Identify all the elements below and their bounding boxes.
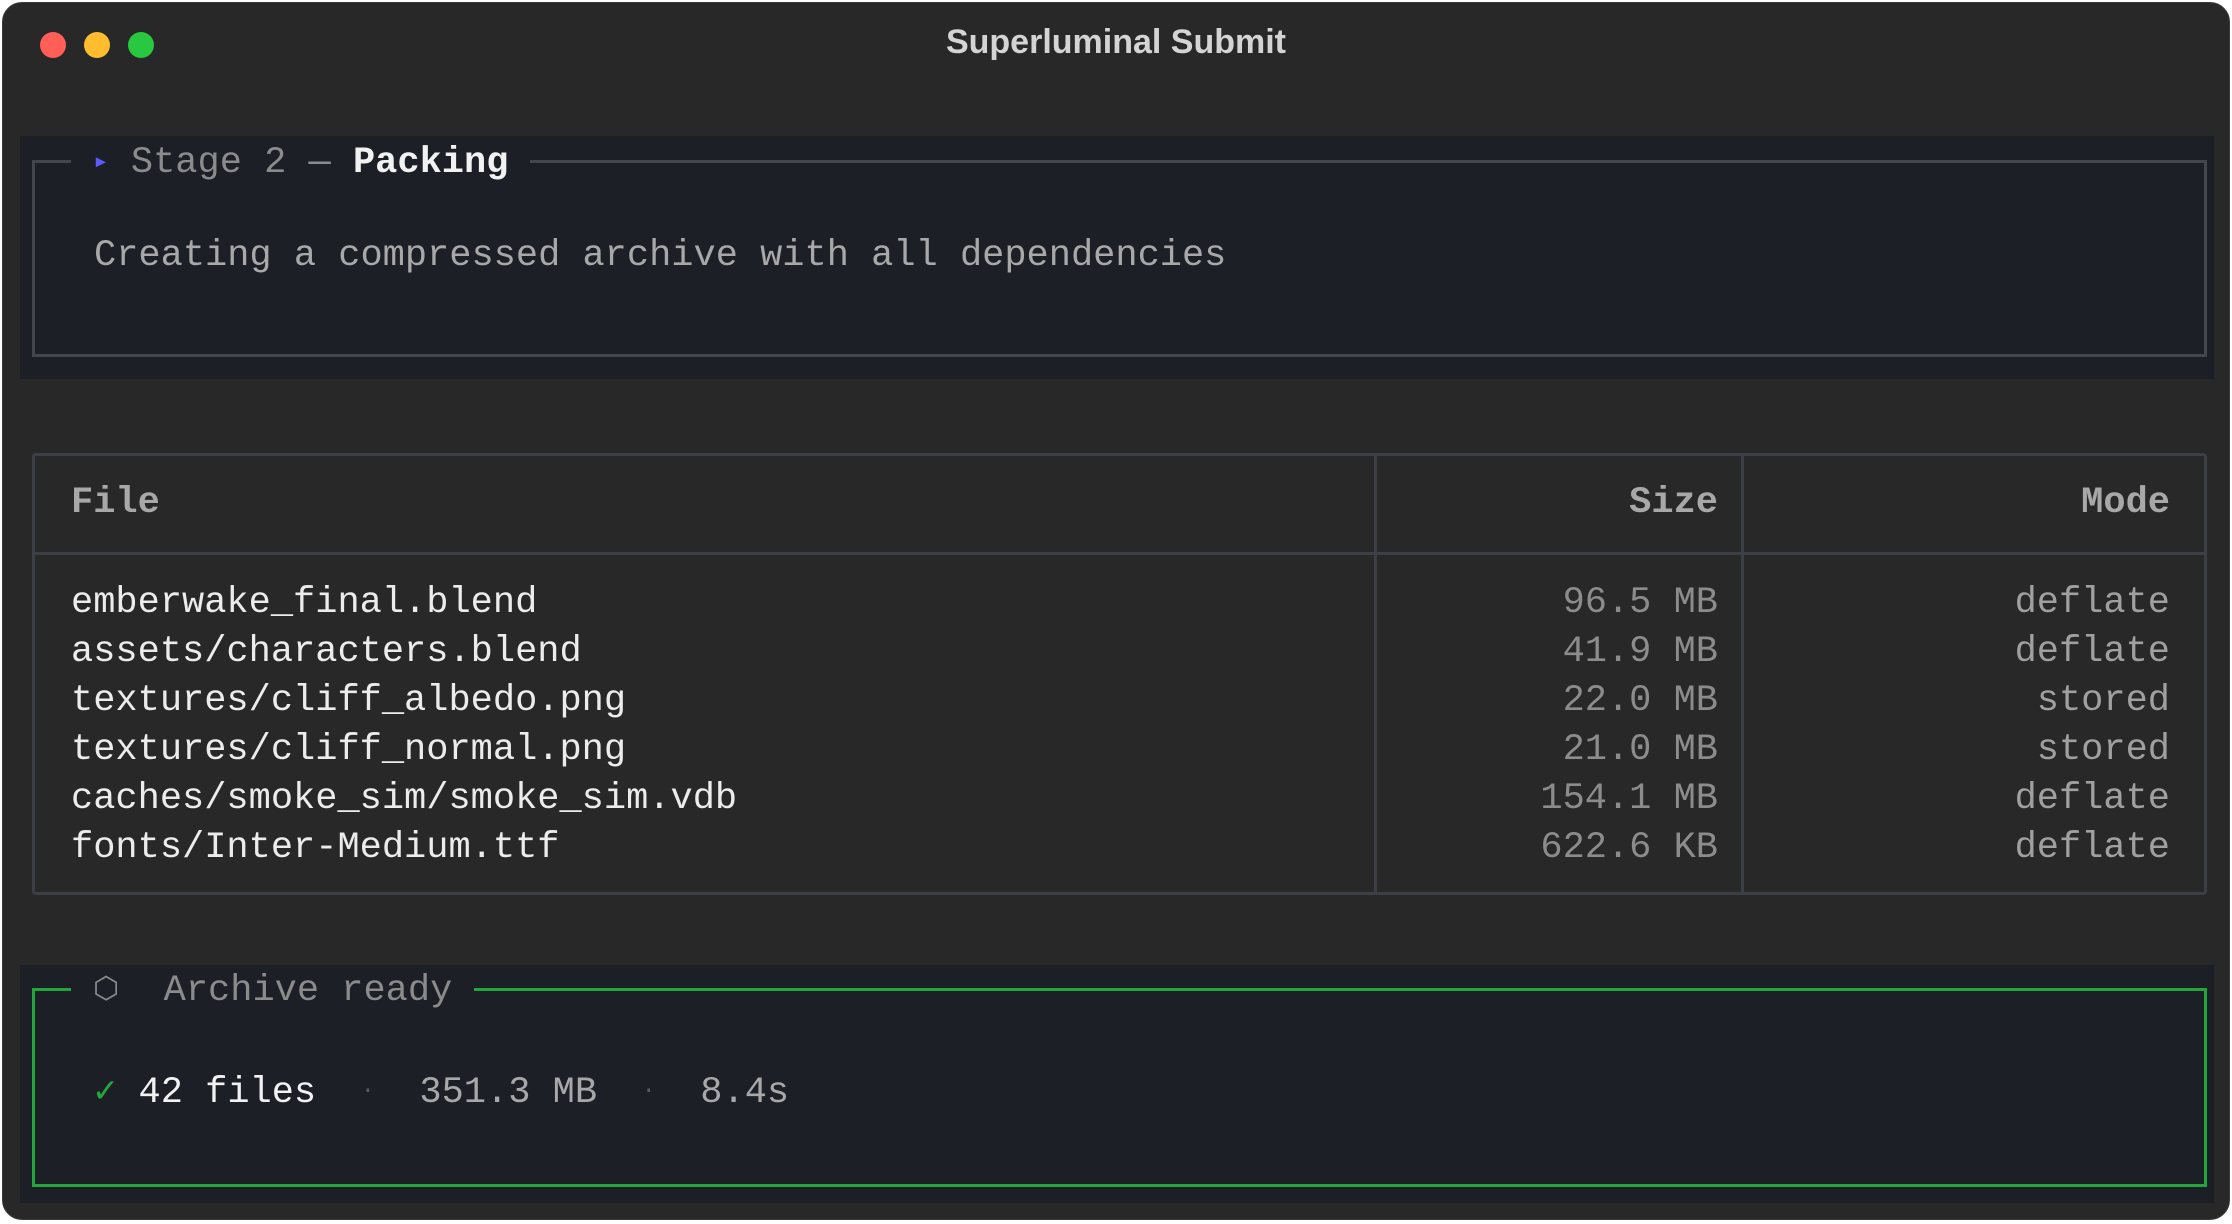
file-size: 622.6 KB (1540, 827, 1718, 869)
hexagon-icon: ⬡ (93, 974, 120, 1008)
table-row: fonts/Inter-Medium.ttf 622.6 KB deflate (35, 823, 2204, 872)
bullet-separator: · (641, 1078, 656, 1105)
stage-description: Creating a compressed archive with all d… (94, 235, 1227, 277)
app-window: Superluminal Submit ▸ Stage 2 — Packing … (2, 2, 2230, 1220)
play-arrow-icon: ▸ (93, 147, 109, 177)
file-size: 22.0 MB (1562, 680, 1718, 722)
table-row: caches/smoke_sim/smoke_sim.vdb 154.1 MB … (35, 774, 2204, 823)
stage-name: Packing (352, 142, 509, 184)
file-name: textures/cliff_normal.png (71, 729, 627, 771)
title-bar: Superluminal Submit (3, 3, 2229, 87)
summary-title: Archive ready (163, 970, 453, 1012)
summary-stats: ✓ 42 files · 351.3 MB · 8.4s (94, 1068, 789, 1114)
stage-header: ▸ Stage 2 — Packing (71, 140, 531, 184)
file-mode: deflate (2014, 827, 2170, 869)
file-size: 21.0 MB (1562, 729, 1718, 771)
file-name: fonts/Inter-Medium.ttf (71, 827, 560, 869)
table-row: textures/cliff_normal.png 21.0 MB stored (35, 725, 2204, 774)
elapsed-time: 8.4s (700, 1072, 790, 1114)
check-icon: ✓ (94, 1072, 117, 1114)
file-size: 96.5 MB (1562, 582, 1718, 624)
file-mode: stored (2036, 680, 2170, 722)
column-header-size: Size (1629, 482, 1718, 524)
file-name: caches/smoke_sim/smoke_sim.vdb (71, 778, 738, 820)
file-mode: deflate (2014, 631, 2170, 673)
file-mode: stored (2036, 729, 2170, 771)
bullet-separator: · (360, 1078, 375, 1105)
file-name: assets/characters.blend (71, 631, 582, 673)
table-row: assets/characters.blend 41.9 MB deflate (35, 627, 2204, 676)
table-row: emberwake_final.blend 96.5 MB deflate (35, 578, 2204, 627)
file-size: 41.9 MB (1562, 631, 1718, 673)
column-header-file: File (71, 482, 160, 524)
file-mode: deflate (2014, 778, 2170, 820)
total-size: 351.3 MB (419, 1072, 598, 1114)
files-table: File Size Mode emberwake_final.blend 96.… (32, 453, 2207, 895)
window-title: Superluminal Submit (945, 23, 1287, 61)
header-divider (35, 552, 2204, 555)
summary-header: ⬡ Archive ready (71, 969, 475, 1013)
table-row: textures/cliff_albedo.png 22.0 MB stored (35, 676, 2204, 725)
stage-label: Stage 2 (130, 142, 287, 184)
file-mode: deflate (2014, 582, 2170, 624)
stage-separator: — (308, 142, 331, 184)
file-name: textures/cliff_albedo.png (71, 680, 627, 722)
file-size: 154.1 MB (1540, 778, 1718, 820)
column-header-mode: Mode (2081, 482, 2170, 524)
file-name: emberwake_final.blend (71, 582, 538, 624)
file-count: 42 files (138, 1072, 317, 1114)
